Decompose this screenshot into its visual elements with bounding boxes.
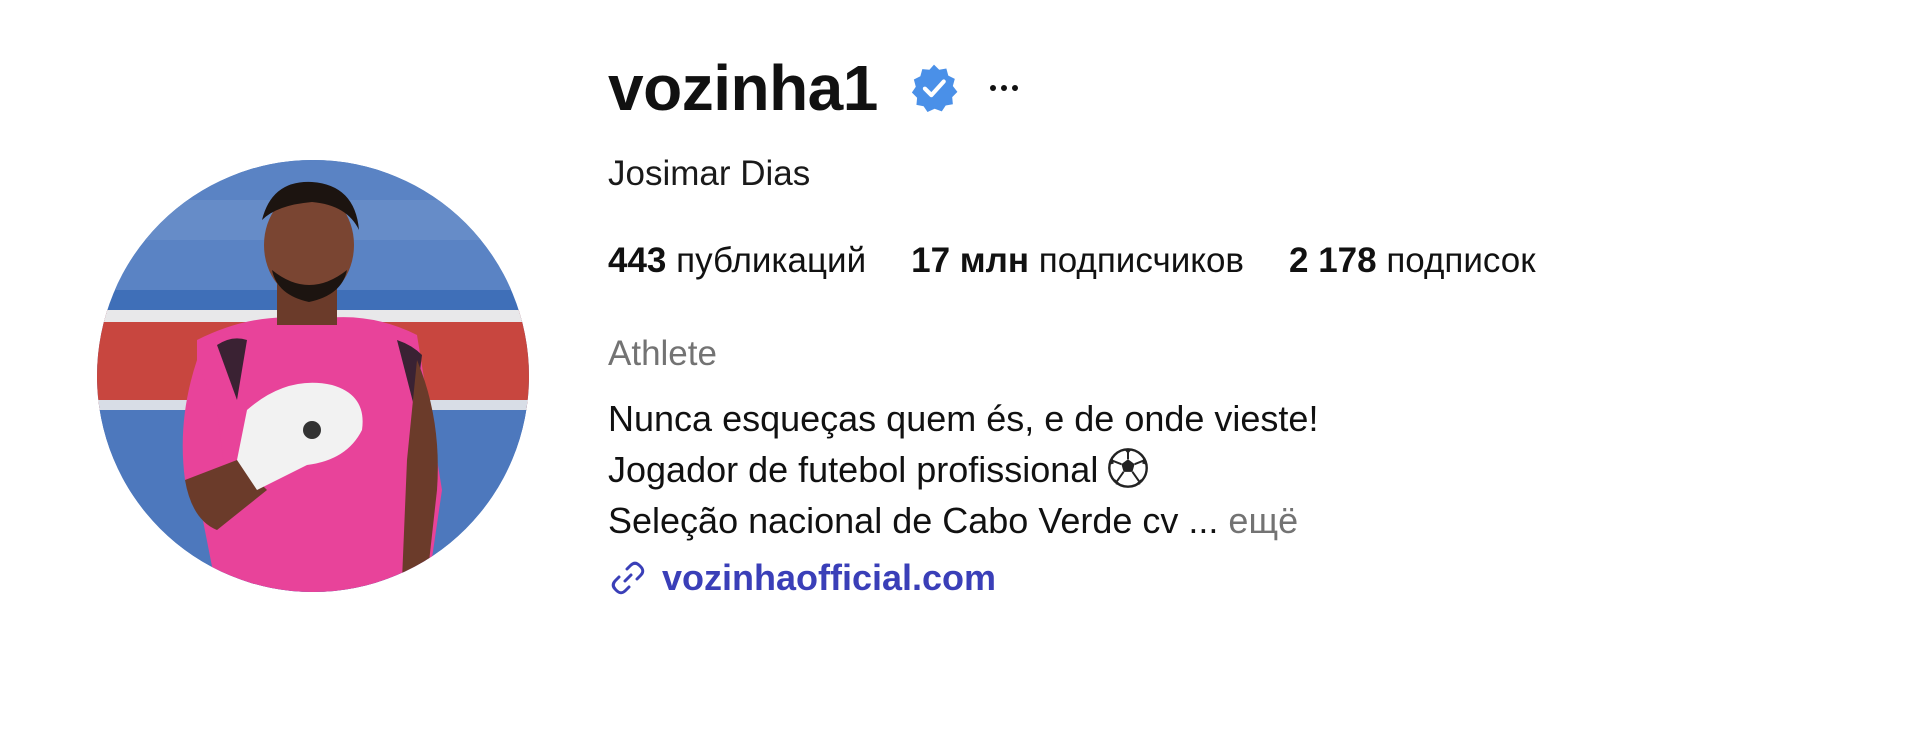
more-options-icon[interactable] [989,78,1018,98]
stat-posts-label: публикаций [666,241,867,280]
profile-category: Athlete [608,334,717,373]
stat-followers-label: подписчиков [1029,241,1245,280]
profile-info: vozinha1 Josimar Dias 443 публикаций 17 … [608,48,1808,598]
stat-following-value: 2 178 [1289,241,1377,280]
profile-bio: Nunca esqueças quem és, e de onde vieste… [608,393,1808,546]
bio-line-3: Seleção nacional de Cabo Verde cv ... ещ… [608,495,1808,546]
avatar-photo [97,160,529,592]
bio-line-2-text: Jogador de futebol profissional [608,449,1099,490]
bio-line-2: Jogador de futebol profissional [608,444,1808,495]
full-name: Josimar Dias [608,154,811,193]
stat-followers[interactable]: 17 млн подписчиков [911,243,1244,278]
stat-posts-value: 443 [608,241,667,280]
stat-posts[interactable]: 443 публикаций [608,243,866,278]
soccer-ball-icon [1106,446,1150,490]
stat-followers-value: 17 млн [911,241,1030,280]
stat-following-label: подписок [1376,241,1536,280]
title-row: vozinha1 [608,48,1808,128]
username: vozinha1 [608,52,878,124]
verified-badge-icon [908,62,960,114]
profile-avatar[interactable] [97,160,529,592]
website-link[interactable]: vozinhaofficial.com [608,558,1808,598]
website-url[interactable]: vozinhaofficial.com [662,560,996,596]
bio-line-3-text: Seleção nacional de Cabo Verde cv ... [608,500,1219,541]
stat-following[interactable]: 2 178 подписок [1289,243,1536,278]
bio-more-link[interactable]: ещё [1228,500,1298,541]
link-icon [608,558,648,598]
profile-stats: 443 публикаций 17 млн подписчиков 2 178 … [608,243,1808,278]
bio-line-1: Nunca esqueças quem és, e de onde vieste… [608,398,1319,439]
